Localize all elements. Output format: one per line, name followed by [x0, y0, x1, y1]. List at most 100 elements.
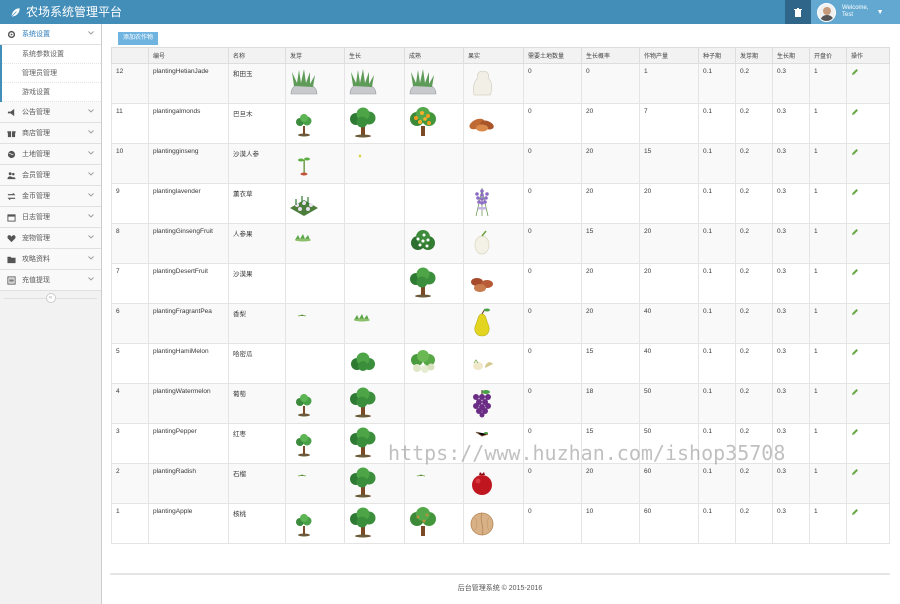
pencil-icon[interactable] — [851, 68, 859, 76]
sidebar-item-recharge[interactable]: 充值提现 — [0, 270, 101, 291]
pencil-icon[interactable] — [851, 108, 859, 116]
prob-cell: 15 — [581, 423, 640, 464]
sidebar-item-log[interactable]: 日志管理 — [0, 207, 101, 228]
pencil-icon[interactable] — [851, 348, 859, 356]
walnut-image — [470, 512, 494, 536]
table-row[interactable]: 2 plantingRadish 石榴 0 20 60 0.1 0.2 0.3 1 — [111, 463, 890, 504]
yield-cell: 1 — [639, 63, 699, 104]
mature-image-cell — [404, 503, 464, 544]
pencil-icon[interactable] — [851, 308, 859, 316]
grow-period-cell: 0.3 — [772, 383, 810, 424]
tree-image — [410, 267, 436, 298]
pencil-icon[interactable] — [851, 508, 859, 516]
grow-image-cell — [344, 63, 405, 104]
pencil-icon[interactable] — [851, 228, 859, 236]
table-row[interactable]: 4 plantingWatermelon 葡萄 0 18 50 0.1 0.2 0.3 1 — [111, 383, 890, 424]
table-row[interactable]: 5 plantingHamiMelon 哈密瓜 0 15 40 0.1 0.2 0.3 1 — [111, 343, 890, 384]
table-row[interactable]: 1 plantingApple 核桃 0 10 60 0.1 0.2 0.3 1 — [111, 503, 890, 544]
land-cell: 0 — [523, 383, 582, 424]
brand[interactable]: 农场系统管理平台 — [10, 5, 122, 19]
prob-cell: 20 — [581, 103, 640, 144]
prob-cell: 20 — [581, 303, 640, 344]
lavender-image — [475, 188, 489, 217]
table-row[interactable]: 11 plantingalmonds 巴旦木 0 20 7 0.1 0.2 0.3 1 — [111, 103, 890, 144]
crop-name-cell: 石榴 — [228, 463, 286, 504]
grow-period-cell: 0.3 — [772, 63, 810, 104]
sidebar-item-coin[interactable]: 金币管理 — [0, 186, 101, 207]
pencil-icon[interactable] — [851, 188, 859, 196]
sidebar-item-guide[interactable]: 攻略资料 — [0, 249, 101, 270]
code-cell: plantingPepper — [148, 423, 229, 464]
submenu-item[interactable]: 系统参数设置 — [2, 45, 101, 64]
table-header: 编号 名称 发芽 生长 成熟 果实 需要土地数量 生长概率 作物产量 种子期 发芽期 生长期 开盘价 操作 — [111, 47, 890, 64]
crop-table: 编号 名称 发芽 生长 成熟 果实 需要土地数量 生长概率 作物产量 种子期 发芽期 生长期 开盘价 操作… — [111, 47, 890, 544]
crop-name-cell: 沙漠人参 — [228, 143, 286, 184]
sprout-image-cell — [285, 103, 345, 144]
grow-image-cell — [344, 343, 405, 384]
sprout-image-cell — [285, 63, 345, 104]
sidebar-item-notice[interactable]: 公告管理 — [0, 102, 101, 123]
prob-cell: 20 — [581, 143, 640, 184]
sidebar-item-shop[interactable]: 商店管理 — [0, 123, 101, 144]
submenu-item[interactable]: 管理员管理 — [2, 64, 101, 83]
bush-image — [351, 352, 375, 371]
sidebar-item-label: 系统设置 — [22, 31, 50, 38]
collapse-sidebar-button[interactable]: « — [45, 293, 56, 303]
table-row[interactable]: 8 plantingGinsengFruit 人参果 0 15 20 0.1 0.2 0.3 1 — [111, 223, 890, 264]
sapling-image — [296, 514, 312, 537]
grow-image-cell — [344, 463, 405, 504]
add-crop-button[interactable]: 添加农作物 — [118, 32, 159, 45]
table-row[interactable]: 9 plantinglavender 薰衣草 0 20 20 0.1 0.2 0.3 1 — [111, 183, 890, 224]
yield-cell: 15 — [639, 143, 699, 184]
chevron-down-icon — [88, 151, 94, 155]
row-index-cell: 2 — [111, 463, 149, 504]
row-index-cell: 7 — [111, 263, 149, 304]
sidebar-item-pet[interactable]: 宠物管理 — [0, 228, 101, 249]
pencil-icon[interactable] — [851, 268, 859, 276]
seed-cell: 0.1 — [698, 463, 736, 504]
row-index-cell: 11 — [111, 103, 149, 144]
tree-image — [350, 467, 376, 498]
chevron-down-icon — [88, 130, 94, 134]
table-row[interactable]: 12 plantingHetianJade 和田玉 0 0 1 0.1 0.2 0.3 1 — [111, 63, 890, 104]
seed-cell: 0.1 — [698, 303, 736, 344]
sprout-period-cell: 0.2 — [735, 503, 773, 544]
sidebar-item-member[interactable]: 会员管理 — [0, 165, 101, 186]
tiny-image — [297, 474, 307, 477]
chevron-down-icon — [88, 109, 94, 113]
table-row[interactable]: 10 plantingginseng 沙漠人参 0 20 15 0.1 0.2 0.3 1 — [111, 143, 890, 184]
mature-image-cell — [404, 223, 464, 264]
pencil-icon[interactable] — [851, 428, 859, 436]
dot-image — [358, 154, 362, 158]
seed-cell: 0.1 — [698, 183, 736, 224]
sidebar-item-system[interactable]: 系统设置 — [0, 24, 101, 45]
grow-period-cell: 0.3 — [772, 143, 810, 184]
header-name-col: 名称 — [228, 47, 286, 64]
header-sprout-col: 发芽 — [285, 47, 345, 64]
tree-image — [350, 107, 376, 138]
yield-cell: 20 — [639, 223, 699, 264]
rock-image — [290, 69, 318, 95]
trash-button[interactable] — [785, 0, 811, 24]
fruit-image-cell — [463, 423, 524, 464]
fruit-image-cell — [463, 183, 524, 224]
app-title: 农场系统管理平台 — [26, 5, 123, 19]
pencil-icon[interactable] — [851, 388, 859, 396]
sidebar-item-land[interactable]: 土地管理 — [0, 144, 101, 165]
trash-icon — [794, 7, 802, 17]
list-icon — [6, 275, 16, 285]
table-row[interactable]: 3 plantingPepper 红枣 0 15 50 0.1 0.2 0.3 1 — [111, 423, 890, 464]
sprout-period-cell: 0.2 — [735, 183, 773, 224]
table-row[interactable]: 6 plantingFragrantPea 香梨 0 20 40 0.1 0.2 0.3 1 — [111, 303, 890, 344]
crop-name-cell: 红枣 — [228, 423, 286, 464]
code-cell: plantingalmonds — [148, 103, 229, 144]
user-info: Welcome, Test — [842, 5, 869, 19]
mature-image-cell — [404, 103, 464, 144]
submenu-item[interactable]: 游戏设置 — [2, 83, 101, 102]
user-menu[interactable]: Welcome, Test ▼ — [811, 0, 900, 24]
pencil-icon[interactable] — [851, 468, 859, 476]
table-row[interactable]: 7 plantingDesertFruit 沙漠果 0 20 20 0.1 0.2 0.3 1 — [111, 263, 890, 304]
pencil-icon[interactable] — [851, 148, 859, 156]
header-seed-col: 种子期 — [698, 47, 736, 64]
code-cell: plantingFragrantPea — [148, 303, 229, 344]
